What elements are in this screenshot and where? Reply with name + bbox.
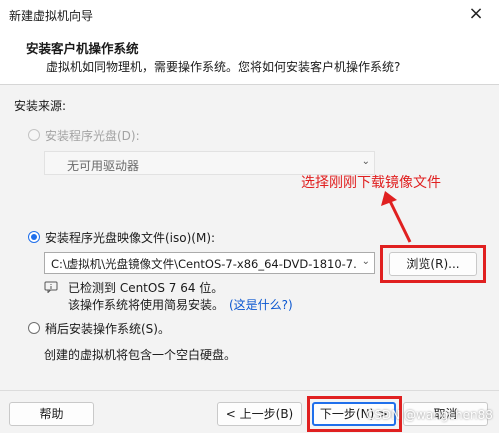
wizard-header: 安装客户机操作系统 虚拟机如同物理机，需要操作系统。您将如何安装客户机操作系统? <box>0 28 499 85</box>
page-description: 虚拟机如同物理机，需要操作系统。您将如何安装客户机操作系统? <box>46 60 401 74</box>
detected-os-text: 已检测到 CentOS 7 64 位。 <box>68 281 224 295</box>
watermark: CSDN @wangchen88 <box>366 408 493 422</box>
title-bar: 新建虚拟机向导 × <box>0 0 499 28</box>
info-icon <box>44 281 58 294</box>
later-description: 创建的虚拟机将包含一个空白硬盘。 <box>44 348 237 362</box>
help-button[interactable]: 帮助 <box>9 402 94 426</box>
window-title: 新建虚拟机向导 <box>9 9 94 23</box>
what-is-this-link[interactable]: (这是什么?) <box>229 296 293 313</box>
iso-option-label: 安装程序光盘映像文件(iso)(M): <box>45 231 216 245</box>
later-option-label: 稍后安装操作系统(S)。 <box>45 322 170 336</box>
annotation-arrow-icon <box>381 191 412 243</box>
disc-radio[interactable] <box>28 129 40 141</box>
footer-divider <box>0 390 499 391</box>
back-button[interactable]: < 上一步(B) <box>217 402 302 426</box>
chevron-down-icon[interactable]: ⌄ <box>362 256 370 267</box>
annotation-text: 选择刚刚下载镜像文件 <box>301 175 441 191</box>
disc-option-label: 安装程序光盘(D): <box>45 129 140 143</box>
later-radio[interactable] <box>28 322 40 334</box>
close-icon[interactable]: × <box>461 3 491 25</box>
easy-install-text: 该操作系统将使用简易安装。 <box>68 298 225 312</box>
iso-path-combo[interactable]: C:\虚拟机\光盘镜像文件\CentOS-7-x86_64-DVD-1810-7… <box>44 252 375 274</box>
iso-path-value: C:\虚拟机\光盘镜像文件\CentOS-7-x86_64-DVD-1810-7… <box>51 257 357 271</box>
page-title: 安装客户机操作系统 <box>26 41 139 56</box>
iso-radio[interactable] <box>28 231 40 243</box>
chevron-down-icon: ⌄ <box>361 156 370 167</box>
install-source-label: 安装来源: <box>14 99 67 113</box>
drive-select-value: 无可用驱动器 <box>67 159 140 173</box>
browse-highlight-box <box>380 245 486 283</box>
